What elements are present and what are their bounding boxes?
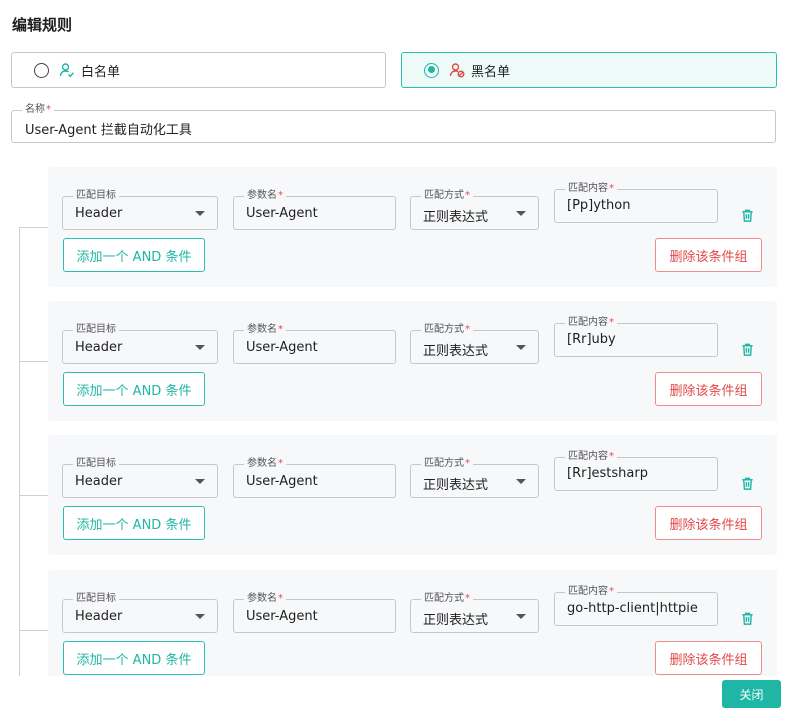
- caret-down-icon: [516, 614, 526, 619]
- delete-group-button[interactable]: 删除该条件组: [655, 372, 762, 406]
- trash-icon[interactable]: [740, 342, 755, 357]
- param-name-value: User-Agent: [246, 474, 318, 489]
- match-content-value: go-http-client|httpie: [567, 601, 698, 616]
- caret-down-icon: [516, 345, 526, 350]
- caret-down-icon: [516, 211, 526, 216]
- caret-down-icon: [195, 345, 205, 350]
- delete-group-button[interactable]: 删除该条件组: [655, 238, 762, 272]
- tree-branch-line: [19, 495, 48, 496]
- match-target-value: Header: [75, 206, 123, 221]
- match-method-select[interactable]: 匹配方式* 正则表达式: [410, 324, 539, 364]
- add-and-condition-button[interactable]: 添加一个 AND 条件: [63, 506, 205, 540]
- user-block-icon: [449, 62, 465, 78]
- param-name-label: 参数名*: [244, 324, 286, 336]
- rule-name-field[interactable]: 名称* User-Agent 拦截自动化工具: [11, 104, 776, 143]
- tree-branch-line: [19, 630, 48, 631]
- whitelist-radio[interactable]: [34, 62, 49, 78]
- match-target-value: Header: [75, 474, 123, 489]
- match-target-select[interactable]: 匹配目标 Header: [62, 458, 218, 498]
- match-content-input[interactable]: 匹配内容* [Pp]ython: [554, 183, 718, 223]
- rule-name-label: 名称*: [22, 104, 54, 116]
- param-name-value: User-Agent: [246, 609, 318, 624]
- match-method-value: 正则表达式: [423, 344, 489, 359]
- match-content-label: 匹配内容*: [565, 317, 617, 329]
- param-name-input[interactable]: 参数名* User-Agent: [233, 324, 396, 364]
- caret-down-icon: [195, 614, 205, 619]
- dialog-footer: 关闭: [0, 676, 800, 720]
- match-target-label: 匹配目标: [73, 593, 119, 605]
- match-method-select[interactable]: 匹配方式* 正则表达式: [410, 593, 539, 633]
- delete-group-button[interactable]: 删除该条件组: [655, 506, 762, 540]
- user-check-icon: [59, 62, 75, 78]
- match-method-label: 匹配方式*: [421, 190, 473, 202]
- param-name-input[interactable]: 参数名* User-Agent: [233, 593, 396, 633]
- add-and-condition-button[interactable]: 添加一个 AND 条件: [63, 238, 205, 272]
- blacklist-option[interactable]: 黑名单: [401, 52, 777, 88]
- match-method-value: 正则表达式: [423, 210, 489, 225]
- match-content-value: [Rr]uby: [567, 332, 616, 347]
- match-method-select[interactable]: 匹配方式* 正则表达式: [410, 190, 539, 230]
- condition-group: 匹配目标 Header 参数名* User-Agent 匹配方式* 正则表达式 匹配内容* […: [19, 435, 777, 555]
- match-target-label: 匹配目标: [73, 190, 119, 202]
- param-name-label: 参数名*: [244, 190, 286, 202]
- match-target-label: 匹配目标: [73, 324, 119, 336]
- match-target-label: 匹配目标: [73, 458, 119, 470]
- match-method-value: 正则表达式: [423, 478, 489, 493]
- param-name-input[interactable]: 参数名* User-Agent: [233, 190, 396, 230]
- blacklist-radio[interactable]: [424, 62, 439, 78]
- condition-group: 匹配目标 Header 参数名* User-Agent 匹配方式* 正则表达式 匹配内容* g…: [19, 570, 777, 676]
- match-content-label: 匹配内容*: [565, 451, 617, 463]
- param-name-value: User-Agent: [246, 340, 318, 355]
- dialog-title: 编辑规则: [12, 16, 73, 34]
- whitelist-label: 白名单: [81, 64, 121, 80]
- match-target-value: Header: [75, 609, 123, 624]
- match-content-input[interactable]: 匹配内容* [Rr]estsharp: [554, 451, 718, 491]
- match-method-select[interactable]: 匹配方式* 正则表达式: [410, 458, 539, 498]
- param-name-label: 参数名*: [244, 593, 286, 605]
- caret-down-icon: [195, 211, 205, 216]
- match-method-value: 正则表达式: [423, 613, 489, 628]
- condition-group: 匹配目标 Header 参数名* User-Agent 匹配方式* 正则表达式 匹配内容* […: [19, 301, 777, 421]
- tree-branch-line: [19, 227, 48, 228]
- match-method-label: 匹配方式*: [421, 593, 473, 605]
- match-content-value: [Pp]ython: [567, 198, 631, 213]
- condition-groups-area[interactable]: 匹配目标 Header 参数名* User-Agent 匹配方式* 正则表达式 匹配内容*[…: [0, 160, 800, 676]
- delete-group-button[interactable]: 删除该条件组: [655, 641, 762, 675]
- trash-icon[interactable]: [740, 208, 755, 223]
- match-target-select[interactable]: 匹配目标 Header: [62, 324, 218, 364]
- tree-branch-line: [19, 361, 48, 362]
- trash-icon[interactable]: [740, 476, 755, 491]
- match-content-label: 匹配内容*: [565, 586, 617, 598]
- match-method-label: 匹配方式*: [421, 324, 473, 336]
- caret-down-icon: [516, 479, 526, 484]
- add-and-condition-button[interactable]: 添加一个 AND 条件: [63, 372, 205, 406]
- blacklist-label: 黑名单: [471, 64, 511, 80]
- match-content-input[interactable]: 匹配内容* [Rr]uby: [554, 317, 718, 357]
- match-method-label: 匹配方式*: [421, 458, 473, 470]
- match-content-label: 匹配内容*: [565, 183, 617, 195]
- whitelist-option[interactable]: 白名单: [11, 52, 386, 88]
- match-content-value: [Rr]estsharp: [567, 466, 648, 481]
- match-target-value: Header: [75, 340, 123, 355]
- param-name-label: 参数名*: [244, 458, 286, 470]
- condition-group: 匹配目标 Header 参数名* User-Agent 匹配方式* 正则表达式 匹配内容* […: [19, 167, 777, 287]
- or-tree-line: [19, 228, 20, 676]
- trash-icon[interactable]: [740, 611, 755, 626]
- match-target-select[interactable]: 匹配目标 Header: [62, 593, 218, 633]
- match-content-input[interactable]: 匹配内容* go-http-client|httpie: [554, 586, 718, 626]
- match-target-select[interactable]: 匹配目标 Header: [62, 190, 218, 230]
- param-name-input[interactable]: 参数名* User-Agent: [233, 458, 396, 498]
- caret-down-icon: [195, 479, 205, 484]
- add-and-condition-button[interactable]: 添加一个 AND 条件: [63, 641, 205, 675]
- param-name-value: User-Agent: [246, 206, 318, 221]
- close-button[interactable]: 关闭: [722, 680, 781, 708]
- rule-name-value[interactable]: User-Agent 拦截自动化工具: [25, 119, 192, 138]
